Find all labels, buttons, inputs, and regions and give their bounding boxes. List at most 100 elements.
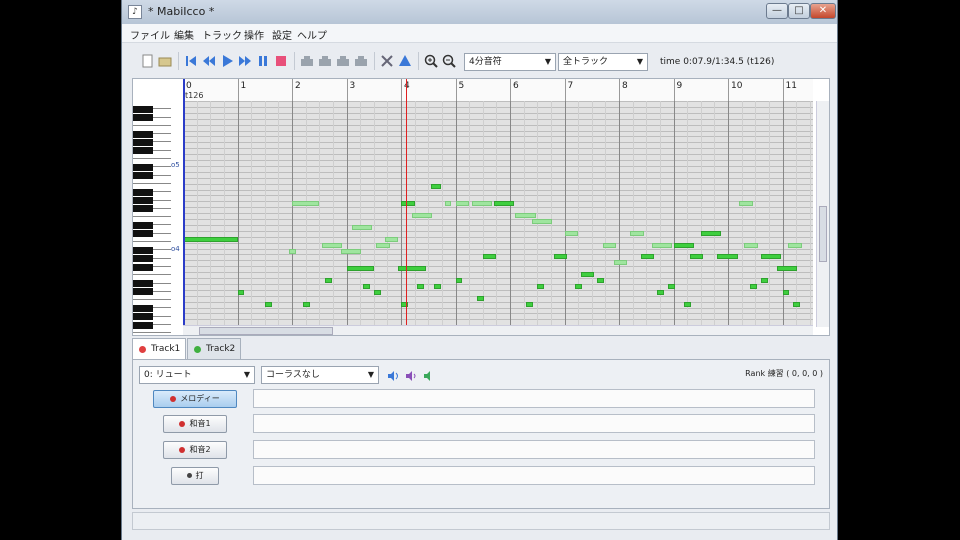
rewind-icon[interactable]	[202, 54, 216, 68]
instrument-icon[interactable]	[336, 54, 350, 68]
note-block[interactable]	[575, 283, 583, 289]
mml-field-melody[interactable]	[253, 389, 815, 408]
black-key[interactable]	[133, 255, 153, 263]
note-block[interactable]	[183, 236, 238, 242]
instrument-icon[interactable]	[354, 54, 368, 68]
instrument-select[interactable]: 0: リュート ▼	[139, 366, 255, 384]
black-key[interactable]	[133, 246, 153, 254]
black-key[interactable]	[133, 172, 153, 180]
new-file-icon[interactable]	[140, 54, 154, 68]
note-block[interactable]	[430, 183, 442, 189]
note-block[interactable]	[398, 266, 426, 272]
black-key[interactable]	[133, 305, 153, 312]
note-block[interactable]	[580, 272, 595, 278]
note-block[interactable]	[526, 301, 534, 307]
note-block[interactable]	[640, 254, 655, 260]
black-key[interactable]	[133, 321, 153, 329]
edit-tool-icon[interactable]	[398, 54, 412, 68]
title-bar[interactable]: ♪ * MabiIcco * — □ ✕	[122, 0, 837, 25]
menu-settings[interactable]: 設定	[272, 27, 292, 42]
note-block[interactable]	[553, 254, 568, 260]
piano-keyboard[interactable]	[133, 101, 171, 334]
piano-roll-editor[interactable]: 01234567891011 t126 o5o4	[132, 78, 830, 336]
black-key[interactable]	[133, 197, 153, 205]
note-block[interactable]	[433, 283, 441, 289]
note-block[interactable]	[401, 201, 415, 207]
note-block[interactable]	[471, 201, 493, 207]
menu-edit[interactable]: 編集	[174, 27, 194, 42]
instrument-icon[interactable]	[300, 54, 314, 68]
menu-help[interactable]: ヘルプ	[297, 27, 327, 42]
note-block[interactable]	[749, 283, 757, 289]
black-key[interactable]	[133, 188, 153, 196]
note-block[interactable]	[289, 248, 297, 254]
note-block[interactable]	[417, 283, 425, 289]
note-block[interactable]	[324, 278, 332, 283]
pause-icon[interactable]	[256, 54, 270, 68]
black-key[interactable]	[133, 263, 153, 271]
note-block[interactable]	[455, 201, 470, 207]
black-key[interactable]	[133, 288, 153, 296]
note-block[interactable]	[613, 260, 628, 266]
menu-operation[interactable]: 操作	[244, 27, 264, 42]
black-key[interactable]	[133, 313, 153, 321]
note-block[interactable]	[629, 230, 644, 236]
black-key[interactable]	[133, 139, 153, 146]
black-key[interactable]	[133, 163, 153, 171]
note-block[interactable]	[564, 230, 579, 236]
note-block[interactable]	[700, 230, 722, 236]
part-button-chord2[interactable]: 和音2	[163, 441, 227, 459]
part-button-percussion[interactable]: 打	[171, 467, 219, 485]
instrument-icon[interactable]	[318, 54, 332, 68]
play-icon[interactable]	[220, 54, 234, 68]
note-block[interactable]	[373, 289, 381, 295]
note-block[interactable]	[384, 236, 399, 242]
stop-icon[interactable]	[274, 54, 288, 68]
black-key[interactable]	[133, 230, 153, 238]
note-block[interactable]	[362, 283, 370, 289]
note-block[interactable]	[782, 289, 790, 295]
skip-start-icon[interactable]	[184, 54, 198, 68]
open-folder-icon[interactable]	[158, 54, 172, 68]
note-block[interactable]	[777, 266, 798, 272]
note-block[interactable]	[760, 254, 782, 260]
mml-field-percussion[interactable]	[253, 466, 815, 485]
note-block[interactable]	[321, 242, 343, 248]
note-block[interactable]	[477, 295, 485, 301]
black-key[interactable]	[133, 105, 153, 113]
note-block[interactable]	[602, 242, 617, 248]
note-block[interactable]	[744, 242, 758, 248]
note-block[interactable]	[237, 289, 245, 295]
volume-up-icon[interactable]	[387, 367, 399, 381]
note-block[interactable]	[673, 242, 694, 248]
note-grid[interactable]	[183, 101, 813, 327]
note-block[interactable]	[657, 289, 664, 295]
chorus-select[interactable]: コーラスなし ▼	[261, 366, 379, 384]
cursor-tool-icon[interactable]	[380, 54, 394, 68]
tab-track1[interactable]: Track1	[132, 338, 186, 360]
playhead[interactable]	[406, 79, 408, 327]
menu-file[interactable]: ファイル	[130, 27, 170, 42]
black-key[interactable]	[133, 130, 153, 138]
note-block[interactable]	[651, 242, 673, 248]
note-block[interactable]	[376, 242, 391, 248]
volume-down-icon[interactable]	[423, 367, 435, 381]
note-block[interactable]	[264, 301, 272, 307]
note-block[interactable]	[482, 254, 497, 260]
mml-field-chord1[interactable]	[253, 414, 815, 433]
menu-track[interactable]: トラック	[202, 27, 242, 42]
note-block[interactable]	[760, 278, 768, 283]
note-block[interactable]	[531, 219, 553, 224]
part-button-melody[interactable]: メロディー	[153, 390, 237, 408]
black-key[interactable]	[133, 147, 153, 155]
note-block[interactable]	[351, 224, 373, 230]
volume-icon[interactable]	[405, 367, 417, 381]
note-block[interactable]	[302, 301, 310, 307]
measure-ruler[interactable]: 01234567891011	[183, 79, 813, 102]
black-key[interactable]	[133, 114, 153, 122]
note-block[interactable]	[493, 201, 515, 207]
zoom-out-icon[interactable]	[442, 54, 456, 68]
note-block[interactable]	[515, 213, 536, 219]
black-key[interactable]	[133, 205, 153, 213]
horizontal-scrollbar[interactable]	[183, 325, 813, 335]
